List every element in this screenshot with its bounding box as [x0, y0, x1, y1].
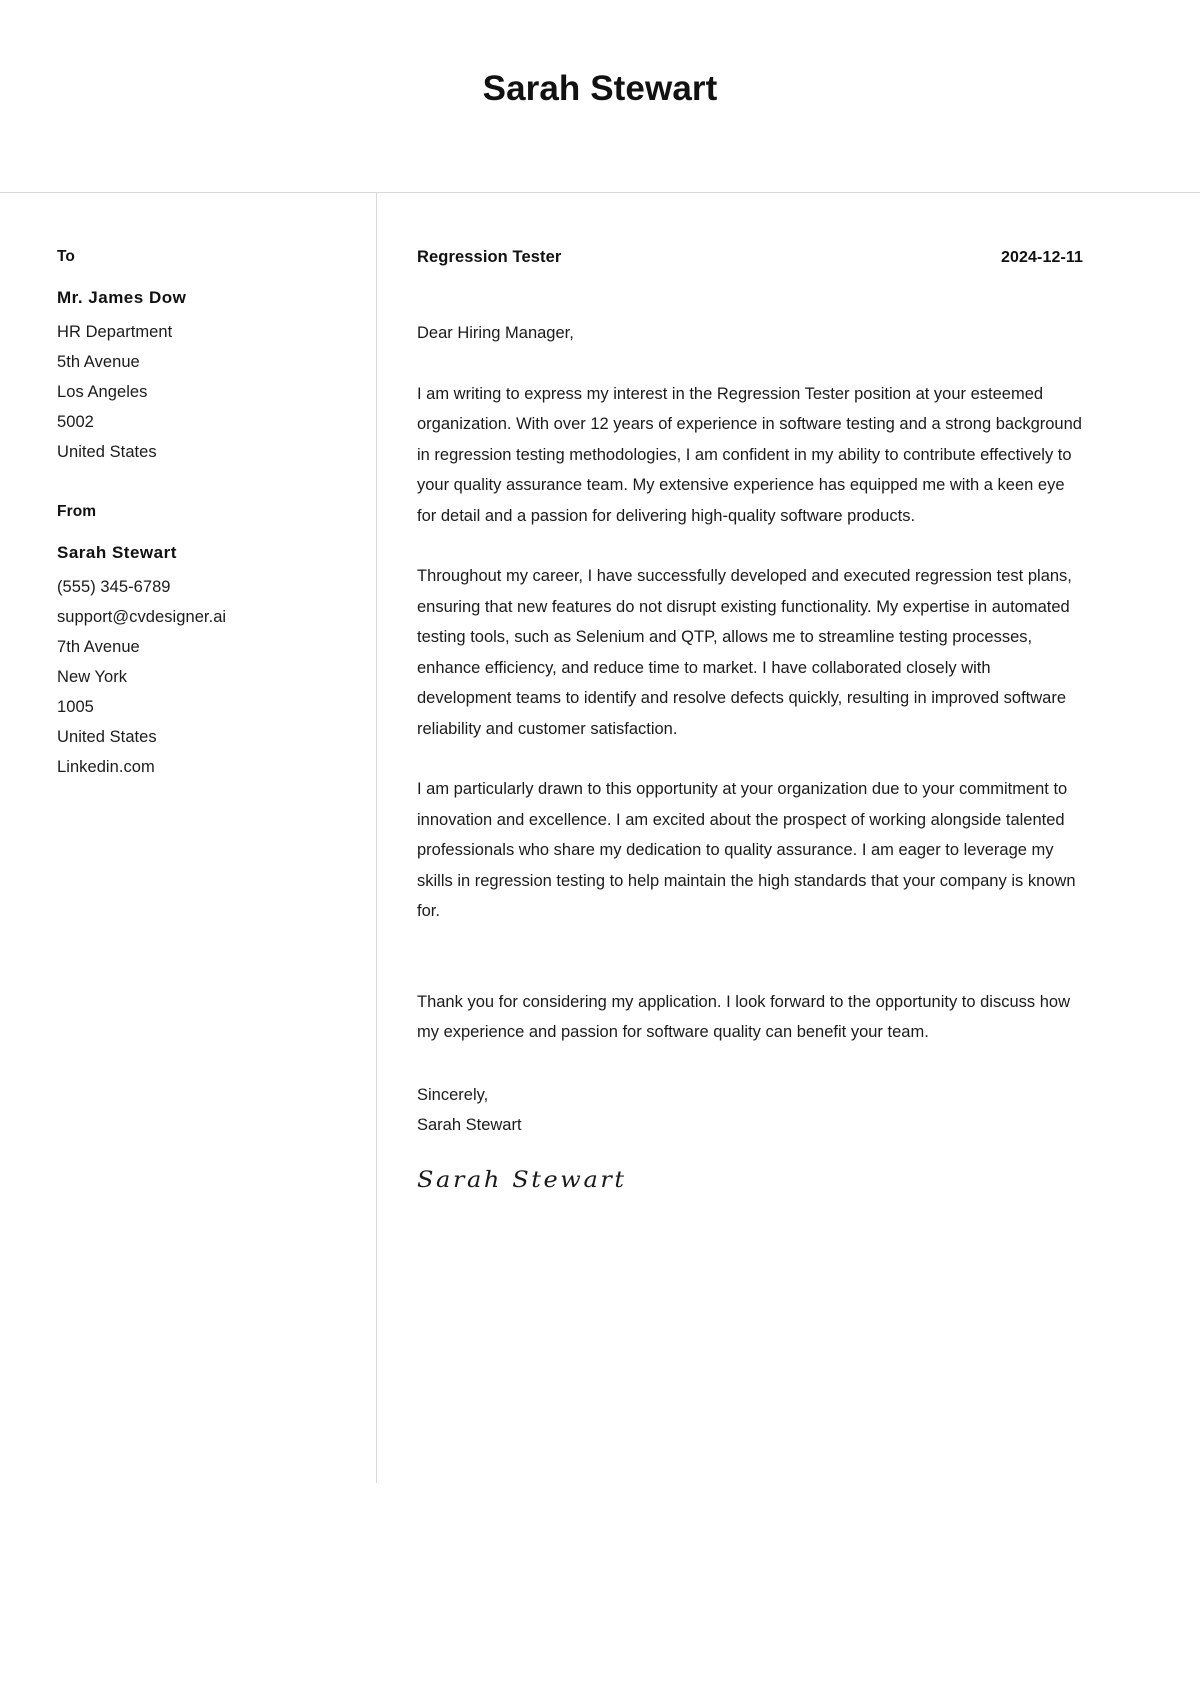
letter-paragraph: I am particularly drawn to this opportun… — [417, 780, 1076, 920]
to-heading: To — [57, 248, 75, 265]
recipient-line: HR Department — [57, 323, 173, 341]
sender-name: Sarah Stewart — [57, 543, 177, 562]
recipient-name: Mr. James Dow — [57, 288, 187, 307]
letter-header-row: Regression Tester 2024-12-11 — [417, 248, 1083, 267]
letter-paragraph: Thank you for considering my application… — [417, 992, 1071, 1042]
document-header: Sarah Stewart — [0, 0, 1200, 193]
closing-name: Sarah Stewart — [417, 1116, 522, 1134]
document-body: To Mr. James Dow HR Department 5th Avenu… — [0, 193, 1200, 1483]
cover-letter-page: Sarah Stewart To Mr. James Dow HR Depart… — [0, 0, 1200, 1684]
contact-sidebar: To Mr. James Dow HR Department 5th Avenu… — [0, 193, 377, 1483]
signature: Sarah Stewart — [417, 1166, 627, 1193]
sender-line: United States — [57, 728, 157, 746]
sidebar-divider-space — [57, 467, 376, 503]
from-heading: From — [57, 503, 97, 520]
recipient-line: 5002 — [57, 413, 94, 431]
recipient-line: Los Angeles — [57, 383, 148, 401]
recipient-line: 5th Avenue — [57, 353, 140, 371]
sender-block: Sarah Stewart (555) 345-6789 support@cvd… — [57, 543, 376, 782]
salutation: Dear Hiring Manager, — [417, 324, 574, 342]
sender-line: 1005 — [57, 698, 94, 716]
recipient-block: Mr. James Dow HR Department 5th Avenue L… — [57, 288, 376, 467]
page-title: Sarah Stewart — [482, 69, 718, 108]
letter-paragraph: I am writing to express my interest in t… — [417, 384, 1082, 525]
recipient-line: United States — [57, 443, 157, 461]
letter-body: Regression Tester 2024-12-11 Dear Hiring… — [377, 193, 1200, 1483]
letter-paragraph: Throughout my career, I have successfull… — [417, 567, 1072, 738]
sender-email[interactable]: support@cvdesigner.ai — [57, 602, 376, 632]
sender-phone: (555) 345-6789 — [57, 578, 171, 596]
sender-line: 7th Avenue — [57, 638, 140, 656]
sender-line: New York — [57, 668, 128, 686]
letter-date: 2024-12-11 — [1001, 249, 1083, 266]
sender-linkedin[interactable]: Linkedin.com — [57, 752, 376, 782]
closing-word: Sincerely, — [417, 1085, 489, 1104]
closing-block: Sincerely, Sarah Stewart — [417, 1080, 1083, 1141]
job-title: Regression Tester — [417, 248, 562, 266]
